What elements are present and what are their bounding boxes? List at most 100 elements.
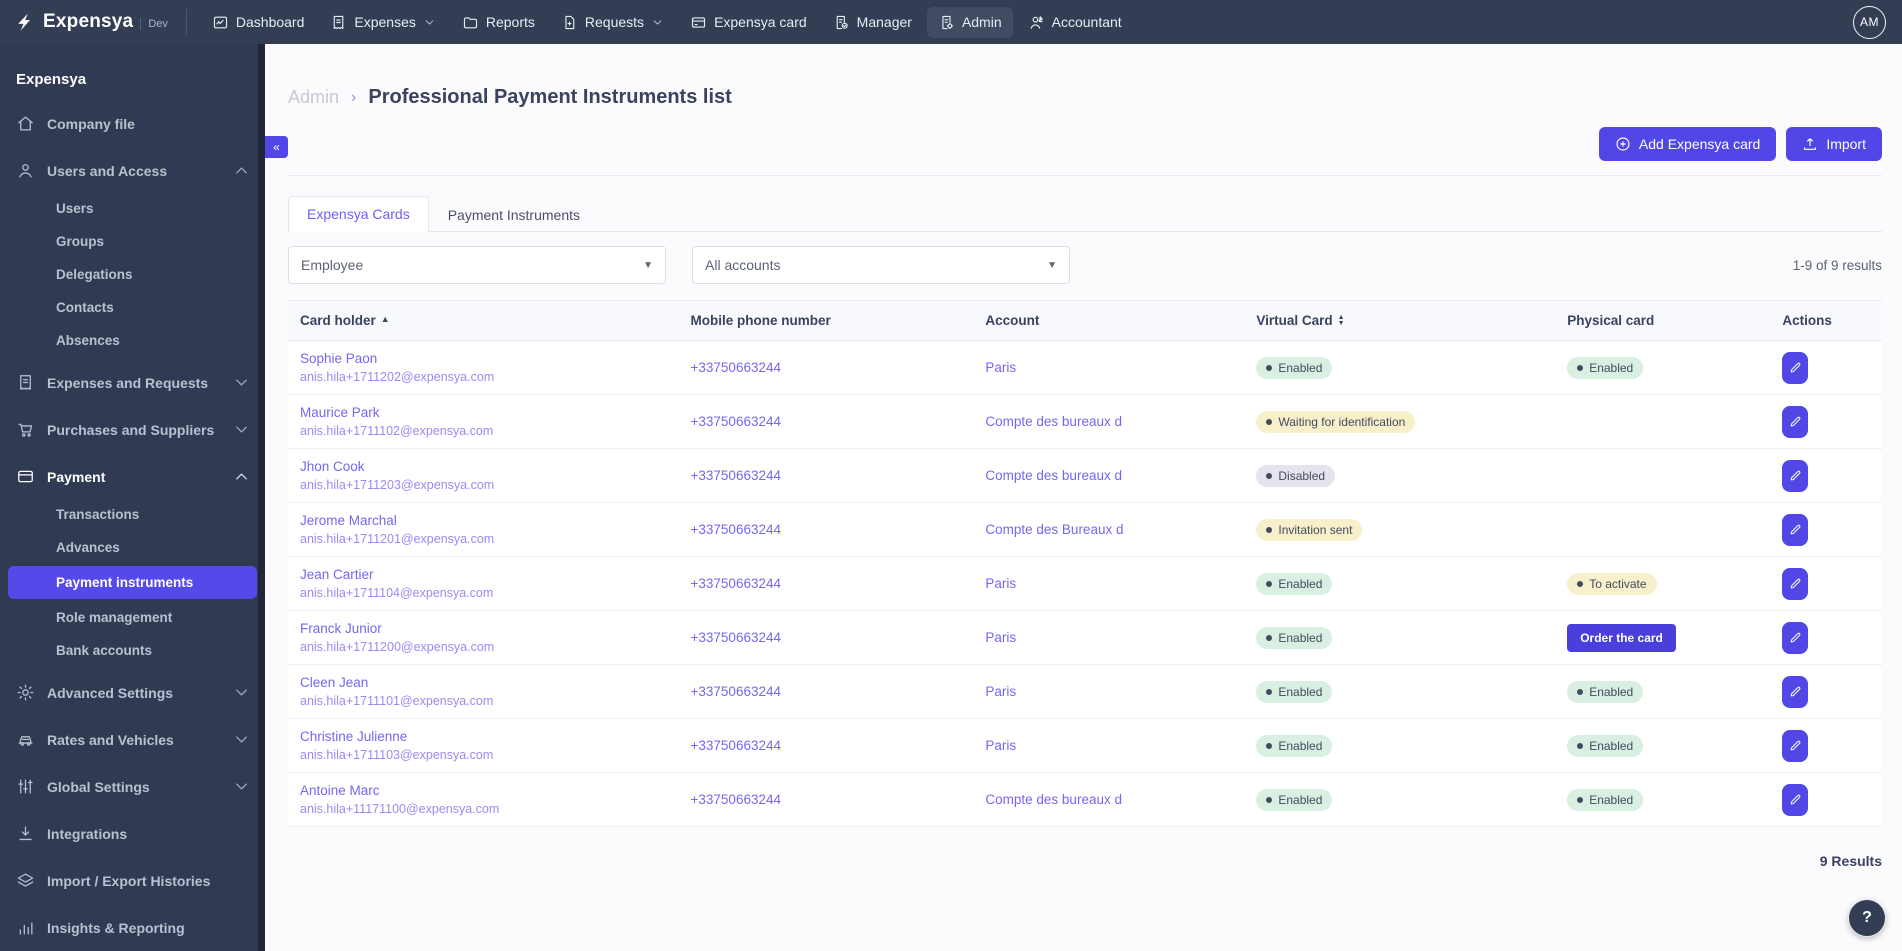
table-header-row: Card holder ▲ Mobile phone number Account Vi… xyxy=(288,300,1882,341)
add-expensya-card-button[interactable]: Add Expensya card xyxy=(1598,127,1777,161)
nav-item-accountant[interactable]: Accountant xyxy=(1017,7,1133,38)
virtual-card-cell: Enabled xyxy=(1244,610,1556,665)
card-holder-email-link[interactable]: anis.hila+1711103@expensya.com xyxy=(300,748,667,762)
sidebar-item-groups[interactable]: Groups xyxy=(0,225,265,258)
sidebar-item-advances[interactable]: Advances xyxy=(0,531,265,564)
edit-button[interactable] xyxy=(1782,621,1809,654)
user-avatar[interactable]: AM xyxy=(1853,5,1886,39)
account-link[interactable]: Paris xyxy=(985,576,1016,591)
account-link[interactable]: Compte des Bureaux d xyxy=(985,522,1123,537)
table-row: Jean Cartier anis.hila+1711104@expensya.c… xyxy=(288,556,1882,611)
card-holder-name-link[interactable]: Antoine Marc xyxy=(300,783,667,798)
sidebar-item-global-settings[interactable]: Global Settings xyxy=(0,765,265,808)
card-holder-email-link[interactable]: anis.hila+1711102@expensya.com xyxy=(300,424,667,438)
sidebar-item-absences[interactable]: Absences xyxy=(0,324,265,357)
account-link[interactable]: Paris xyxy=(985,738,1016,753)
sidebar-item-payment-instruments[interactable]: Payment instruments xyxy=(8,566,257,599)
card-holder-email-link[interactable]: anis.hila+1711200@expensya.com xyxy=(300,640,667,654)
order-the-card-button[interactable]: Order the card xyxy=(1567,623,1676,652)
account-link[interactable]: Compte des bureaux d xyxy=(985,792,1122,807)
card-holder-name-link[interactable]: Christine Julienne xyxy=(300,729,667,744)
sidebar-item-import-export-histories[interactable]: Import / Export Histories xyxy=(0,859,265,902)
card-holder-name-link[interactable]: Sophie Paon xyxy=(300,351,667,366)
brand[interactable]: Expensya Dev xyxy=(0,11,186,33)
nav-item-requests[interactable]: Requests xyxy=(550,7,675,38)
account-link[interactable]: Paris xyxy=(985,684,1016,699)
phone-link[interactable]: +33750663244 xyxy=(691,684,781,699)
nav-item-manager[interactable]: Manager xyxy=(822,7,923,38)
nav-item-label: Expensya card xyxy=(714,14,807,30)
sidebar-item-transactions[interactable]: Transactions xyxy=(0,498,265,531)
help-button[interactable]: ? xyxy=(1848,899,1886,937)
breadcrumb-admin[interactable]: Admin xyxy=(288,87,339,108)
sidebar-item-insights-reporting[interactable]: Insights & Reporting xyxy=(0,906,265,949)
sidebar-item-payment[interactable]: Payment xyxy=(0,455,265,498)
edit-button[interactable] xyxy=(1782,459,1809,492)
account-link[interactable]: Paris xyxy=(985,630,1016,645)
nav-item-expenses[interactable]: Expenses xyxy=(319,7,446,38)
account-link[interactable]: Compte des bureaux d xyxy=(985,414,1122,429)
card-holder-email-link[interactable]: anis.hila+1711201@expensya.com xyxy=(300,532,667,546)
edit-button[interactable] xyxy=(1782,351,1809,384)
status-badge-label: Enabled xyxy=(1278,576,1323,591)
phone-link[interactable]: +33750663244 xyxy=(691,360,781,375)
nav-item-admin[interactable]: Admin xyxy=(926,6,1013,38)
card-holder-name-link[interactable]: Maurice Park xyxy=(300,405,667,420)
sidebar-item-rates-and-vehicles[interactable]: Rates and Vehicles xyxy=(0,718,265,761)
edit-button[interactable] xyxy=(1782,729,1809,762)
edit-button[interactable] xyxy=(1782,783,1809,816)
card-holder-email-link[interactable]: anis.hila+11171100@expensya.com xyxy=(300,802,667,816)
employee-filter-select[interactable]: Employee ▼ xyxy=(288,246,666,284)
column-header-wrap[interactable]: Virtual Card ▲ ▼ xyxy=(1256,313,1543,328)
phone-link[interactable]: +33750663244 xyxy=(691,792,781,807)
column-label: Actions xyxy=(1782,313,1832,328)
edit-button[interactable] xyxy=(1782,513,1809,546)
sidebar-collapse-button[interactable]: « xyxy=(265,136,288,158)
sidebar-item-company-file[interactable]: Company file xyxy=(0,102,265,145)
sidebar-item-users-and-access[interactable]: Users and Access xyxy=(0,149,265,192)
card-holder-name-link[interactable]: Jean Cartier xyxy=(300,567,667,582)
phone-link[interactable]: +33750663244 xyxy=(691,414,781,429)
card-holder-email-link[interactable]: anis.hila+1711101@expensya.com xyxy=(300,694,667,708)
phone-link[interactable]: +33750663244 xyxy=(691,468,781,483)
edit-button[interactable] xyxy=(1782,567,1809,600)
sidebar-item-users[interactable]: Users xyxy=(0,192,265,225)
nav-item-expensya-card[interactable]: Expensya card xyxy=(679,7,818,38)
tab-expensya-cards[interactable]: Expensya Cards xyxy=(288,196,429,232)
accounts-filter-select[interactable]: All accounts ▼ xyxy=(692,246,1070,284)
card-holder-email-link[interactable]: anis.hila+1711203@expensya.com xyxy=(300,478,667,492)
nav-item-dashboard[interactable]: Dashboard xyxy=(201,7,316,38)
phone-link[interactable]: +33750663244 xyxy=(691,630,781,645)
import-button[interactable]: Import xyxy=(1786,127,1882,161)
account-link[interactable]: Compte des bureaux d xyxy=(985,468,1122,483)
edit-button[interactable] xyxy=(1782,405,1809,438)
card-holder-name-link[interactable]: Cleen Jean xyxy=(300,675,667,690)
account-link[interactable]: Paris xyxy=(985,360,1016,375)
sidebar-item-advanced-settings[interactable]: Advanced Settings xyxy=(0,671,265,714)
nav-item-label: Reports xyxy=(485,14,535,30)
column-header-wrap[interactable]: Card holder ▲ xyxy=(300,313,667,328)
status-badge-enabled: Enabled xyxy=(1256,680,1333,703)
sidebar-item-expenses-and-requests[interactable]: Expenses and Requests xyxy=(0,361,265,404)
card-holder-name-link[interactable]: Jhon Cook xyxy=(300,459,667,474)
sidebar-item-bank-accounts[interactable]: Bank accounts xyxy=(0,634,265,667)
chevron-down-icon xyxy=(232,730,251,749)
card-holder-name-link[interactable]: Franck Junior xyxy=(300,621,667,636)
sidebar-item-role-management[interactable]: Role management xyxy=(0,601,265,634)
sidebar-item-label: Expenses and Requests xyxy=(47,374,209,391)
sidebar-item-contacts[interactable]: Contacts xyxy=(0,291,265,324)
card-holder-email-link[interactable]: anis.hila+1711104@expensya.com xyxy=(300,586,667,600)
sidebar-scrollbar[interactable] xyxy=(258,44,265,951)
phone-link[interactable]: +33750663244 xyxy=(691,738,781,753)
card-holder-name-link[interactable]: Jerome Marchal xyxy=(300,513,667,528)
sidebar-item-purchases-and-suppliers[interactable]: Purchases and Suppliers xyxy=(0,408,265,451)
phone-link[interactable]: +33750663244 xyxy=(691,522,781,537)
tab-payment-instruments[interactable]: Payment Instruments xyxy=(429,197,599,232)
phone-link[interactable]: +33750663244 xyxy=(691,576,781,591)
sidebar-item-integrations[interactable]: Integrations xyxy=(0,812,265,855)
nav-item-reports[interactable]: Reports xyxy=(451,7,546,38)
card-holder-email-link[interactable]: anis.hila+1711202@expensya.com xyxy=(300,370,667,384)
expenses-icon xyxy=(330,14,347,31)
edit-button[interactable] xyxy=(1782,675,1809,708)
sidebar-item-delegations[interactable]: Delegations xyxy=(0,258,265,291)
